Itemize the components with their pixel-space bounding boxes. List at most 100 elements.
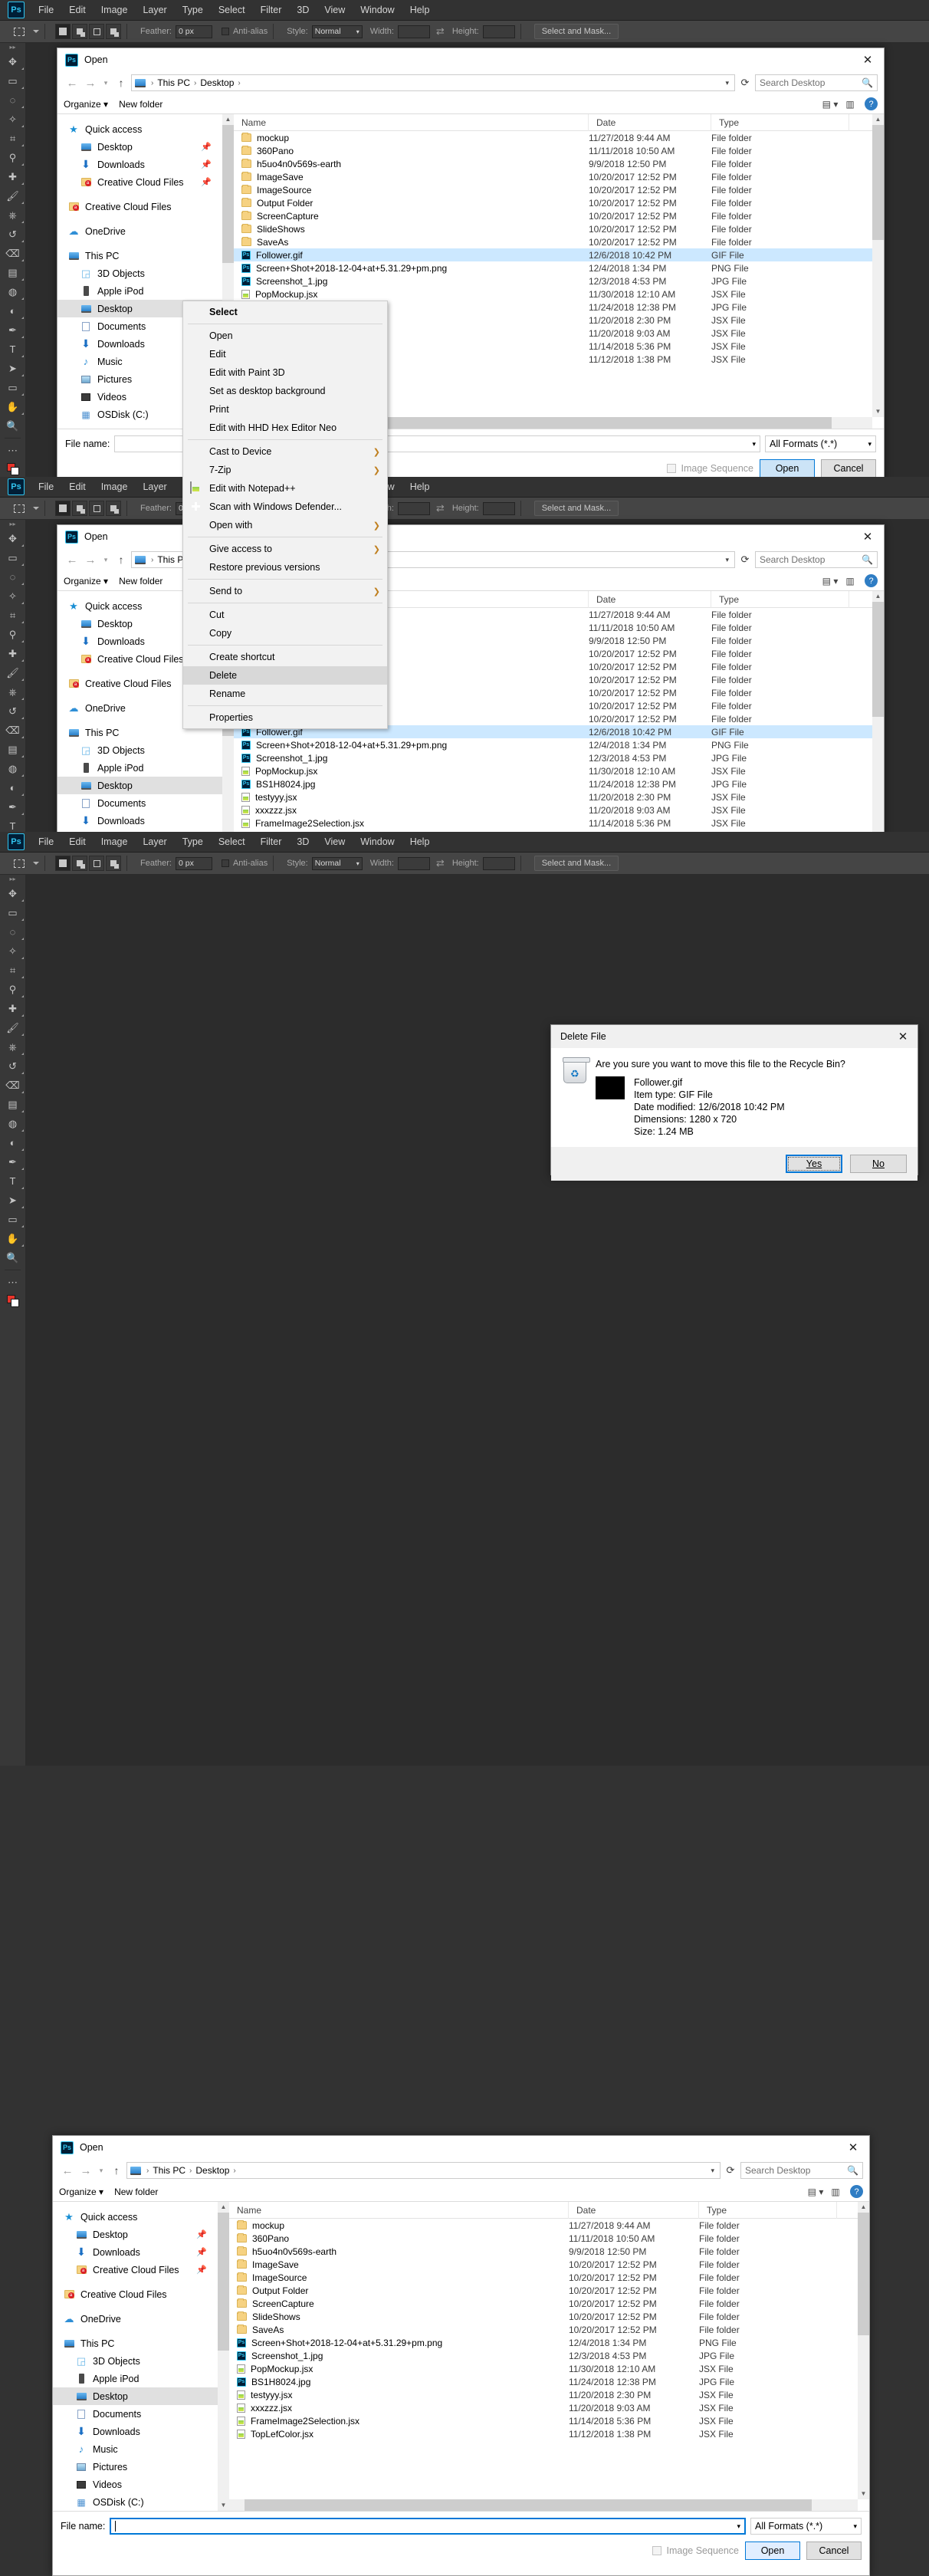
tool-path-select[interactable]: ➤: [0, 359, 25, 378]
swap-dimensions-icon[interactable]: ⇄: [436, 857, 445, 869]
table-row[interactable]: Ps Screen+Shot+2018-12-04+at+5.31.29+pm.p…: [234, 261, 884, 274]
tool-quick-select[interactable]: ✧: [0, 110, 25, 129]
table-row[interactable]: Ps Screenshot_1.jpg 12/3/2018 4:53 PM JPG F…: [234, 751, 884, 764]
sidebar-item-desktop[interactable]: Desktop 📌: [57, 138, 222, 156]
menu-layer[interactable]: Layer: [135, 832, 174, 853]
tool-lasso[interactable]: ◌: [0, 90, 25, 110]
tool-pen[interactable]: ✒: [0, 797, 25, 816]
table-row[interactable]: Output Folder 10/20/2017 12:52 PM File fol…: [234, 196, 884, 209]
up-icon[interactable]: ↑: [113, 551, 130, 568]
tool-crop[interactable]: ⌗: [0, 606, 25, 625]
filename-input-3[interactable]: ▾: [110, 2518, 746, 2535]
tool-brush[interactable]: 🖌: [0, 663, 25, 682]
tool-gradient[interactable]: ▤: [0, 740, 25, 759]
sidebar-item-pictures[interactable]: Pictures: [53, 2458, 218, 2476]
tool-blur[interactable]: ◍: [0, 282, 25, 301]
recent-locations-chevron-icon[interactable]: ▾: [100, 74, 111, 91]
yes-button[interactable]: Yes: [786, 1155, 842, 1173]
tool-clone-stamp[interactable]: ⎈: [0, 1037, 25, 1056]
tool-brush[interactable]: 🖌: [0, 1018, 25, 1037]
cancel-button-1[interactable]: Cancel: [821, 459, 876, 478]
tool-quick-select[interactable]: ✧: [0, 941, 25, 961]
breadcrumb-item-desktop[interactable]: Desktop: [200, 77, 234, 88]
search-input[interactable]: Search Desktop 🔍: [755, 551, 878, 568]
sidebar-item-music[interactable]: ♪ Music: [53, 2440, 218, 2458]
scroll-down-icon[interactable]: ▼: [218, 2500, 229, 2511]
subtract-selection-button[interactable]: [89, 501, 104, 516]
breadcrumb-item-desktop[interactable]: Desktop: [195, 2165, 229, 2176]
tool-blur[interactable]: ◍: [0, 759, 25, 778]
tool-marquee[interactable]: ▭: [0, 903, 25, 922]
tool-eraser[interactable]: ⌫: [0, 1076, 25, 1095]
filename-chevron-down-icon[interactable]: ▾: [737, 2522, 740, 2531]
table-row[interactable]: PopMockup.jsx 11/30/2018 12:10 AM JSX File: [234, 288, 884, 301]
add-selection-button[interactable]: [72, 24, 87, 39]
column-date[interactable]: Date: [589, 114, 711, 131]
tool-eyedropper[interactable]: ⚲: [0, 980, 25, 999]
sidebar-item-desktop[interactable]: Desktop: [57, 777, 222, 794]
menu-view[interactable]: View: [317, 832, 353, 853]
table-row[interactable]: h5uo4n0v569s-earth 9/9/2018 12:50 PM File …: [229, 2245, 869, 2258]
menu-image[interactable]: Image: [94, 0, 136, 21]
tool-healing[interactable]: ✚: [0, 167, 25, 186]
table-row[interactable]: 360Pano 11/11/2018 10:50 AM File folder: [234, 144, 884, 157]
breadcrumb[interactable]: › This PC › Desktop › ▾: [131, 74, 735, 91]
refresh-icon[interactable]: ⟳: [722, 2162, 739, 2179]
color-swatches[interactable]: [6, 463, 19, 475]
context-menu-item-cast-to-device[interactable]: Cast to Device ❯: [183, 442, 387, 461]
menu-window[interactable]: Window: [353, 832, 402, 853]
tool-preset-chevron-icon[interactable]: [33, 30, 39, 33]
height-input[interactable]: [482, 25, 515, 38]
close-icon[interactable]: ✕: [856, 527, 879, 547]
table-row[interactable]: FrameImage2Selection.jsx 11/14/2018 5:36 …: [229, 2414, 869, 2427]
pin-icon[interactable]: 📌: [201, 142, 212, 152]
organize-button[interactable]: Organize ▾: [64, 576, 108, 586]
tool-gradient[interactable]: ▤: [0, 1095, 25, 1114]
tool-more[interactable]: ⋯: [0, 441, 25, 460]
menu-3d[interactable]: 3D: [289, 0, 317, 21]
tool-type[interactable]: T: [0, 340, 25, 359]
table-row[interactable]: Ps Screenshot_1.jpg 12/3/2018 4:53 PM JPG F…: [234, 274, 884, 288]
tool-history-brush[interactable]: ↺: [0, 1056, 25, 1076]
column-type[interactable]: Type: [699, 2202, 837, 2219]
close-icon[interactable]: ✕: [842, 2137, 865, 2157]
tool-brush[interactable]: 🖌: [0, 186, 25, 205]
table-row[interactable]: TopLefColor.jsx 11/12/2018 1:38 PM JSX Fil…: [229, 2427, 869, 2440]
sidebar-item-downloads[interactable]: ⬇ Downloads: [53, 2423, 218, 2440]
view-options-icon[interactable]: ▤ ▾: [806, 2184, 825, 2200]
new-selection-button[interactable]: [55, 856, 71, 871]
table-row[interactable]: ImageSave 10/20/2017 12:52 PM File folder: [234, 170, 884, 183]
new-folder-button[interactable]: New folder: [114, 2187, 158, 2197]
new-selection-button[interactable]: [55, 24, 71, 39]
column-date[interactable]: Date: [569, 2202, 699, 2219]
feather-input[interactable]: 0 px: [175, 25, 212, 38]
pin-icon[interactable]: 📌: [196, 2247, 207, 2257]
menu-select[interactable]: Select: [211, 832, 253, 853]
new-folder-button[interactable]: New folder: [119, 99, 162, 110]
select-and-mask-button[interactable]: Select and Mask...: [533, 856, 619, 871]
table-row[interactable]: Ps Screenshot_1.jpg 12/3/2018 4:53 PM JPG F…: [229, 2349, 869, 2362]
scroll-up-icon[interactable]: ▲: [872, 114, 884, 125]
navpane-scrollbar[interactable]: ▲ ▼: [218, 2202, 229, 2511]
up-icon[interactable]: ↑: [108, 2162, 125, 2179]
forward-icon[interactable]: →: [82, 74, 99, 91]
tool-gradient[interactable]: ▤: [0, 263, 25, 282]
marquee-tool-icon[interactable]: [9, 23, 29, 40]
help-icon[interactable]: ?: [850, 2185, 863, 2198]
refresh-icon[interactable]: ⟳: [737, 74, 753, 91]
table-row[interactable]: Ps Screen+Shot+2018-12-04+at+5.31.29+pm.p…: [234, 738, 884, 751]
close-icon[interactable]: ✕: [856, 50, 879, 70]
context-menu-item-edit-with-paint-3d[interactable]: Edit with Paint 3D: [183, 363, 387, 382]
search-input[interactable]: Search Desktop 🔍: [755, 74, 878, 91]
tool-crop[interactable]: ⌗: [0, 129, 25, 148]
tool-history-brush[interactable]: ↺: [0, 225, 25, 244]
sidebar-item-3d-objects[interactable]: ◲ 3D Objects: [57, 264, 222, 282]
table-row[interactable]: PopMockup.jsx 11/30/2018 12:10 AM JSX File: [229, 2362, 869, 2375]
tool-preset-chevron-icon[interactable]: [33, 507, 39, 510]
context-menu-item-copy[interactable]: Copy: [183, 624, 387, 642]
menu-edit[interactable]: Edit: [61, 477, 94, 498]
context-menu-item-open-with[interactable]: Open with ❯: [183, 516, 387, 534]
menu-file[interactable]: File: [31, 0, 61, 21]
menu-layer[interactable]: Layer: [135, 0, 174, 21]
context-menu-item-edit-with-notepad[interactable]: Edit with Notepad++: [183, 479, 387, 498]
